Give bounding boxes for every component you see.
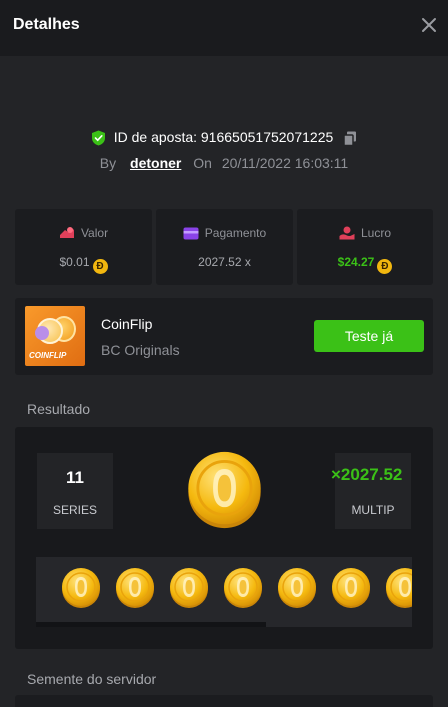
bet-meta-row: By detoner On 20/11/2022 16:03:11 [0,155,448,171]
coin-icon [115,567,155,609]
coin-icon [277,567,317,609]
coin-icon [169,567,209,609]
game-thumbnail[interactable]: COINFLIP [25,306,85,366]
shield-check-icon [91,130,105,146]
wallet-icon [183,227,199,240]
result-coin-icon [186,450,263,530]
server-seed-field [15,695,433,707]
series-label: SERIES [52,503,97,517]
game-card: COINFLIP CoinFlip BC Originals Teste já [15,298,433,375]
multiplier-value: ×2027.52 [331,465,403,484]
coin-history-strip[interactable] [36,557,412,627]
strip-scrollbar[interactable] [36,622,266,627]
series-value: 11 [66,468,84,487]
bet-id: ID de aposta: 91665051752071225 [113,129,334,145]
server-seed-section-title: Semente do servidor [27,671,157,687]
stat-valor: Valor $0.01 Ð [15,209,152,285]
stat-value: $0.01 [59,255,90,269]
stat-label: Valor [80,226,109,240]
coin-icon [385,567,412,609]
stat-value: 2027.52 x [198,255,251,269]
on-label: On [193,155,212,171]
coin-icon [61,567,101,609]
stat-label: Pagamento [204,226,267,240]
thumbnail-title: COINFLIP [29,351,67,360]
profit-hand-icon [339,226,355,240]
try-now-button[interactable]: Teste já [314,320,424,352]
series-box: 11 SERIES [37,453,113,529]
multiplier-label: MULTIP [351,503,395,517]
stat-pagamento: Pagamento 2027.52 x [156,209,293,285]
modal-title: Detalhes [13,16,80,33]
game-name[interactable]: CoinFlip [101,316,152,332]
coins-icon [59,227,74,238]
bet-datetime: 20/11/2022 16:03:11 [221,155,349,171]
result-panel: 11 SERIES MULTIP ×2027.52 [15,427,433,649]
modal-header: Detalhes [0,0,448,56]
bet-id-row: ID de aposta: 91665051752071225 [0,129,448,146]
stat-lucro: Lucro $24.27 Ð [297,209,433,285]
game-provider: BC Originals [101,342,180,358]
stat-value: $24.27 [337,255,375,269]
coin-icon [331,567,371,609]
username-link[interactable]: detoner [130,155,181,171]
copy-icon[interactable] [343,131,357,146]
doge-coin-icon: Ð [92,259,108,274]
doge-coin-icon: Ð [377,259,393,274]
by-label: By [99,155,117,171]
stat-label: Lucro [360,226,392,240]
coin-icon [223,567,263,609]
close-icon[interactable] [420,16,438,34]
result-section-title: Resultado [27,401,91,417]
